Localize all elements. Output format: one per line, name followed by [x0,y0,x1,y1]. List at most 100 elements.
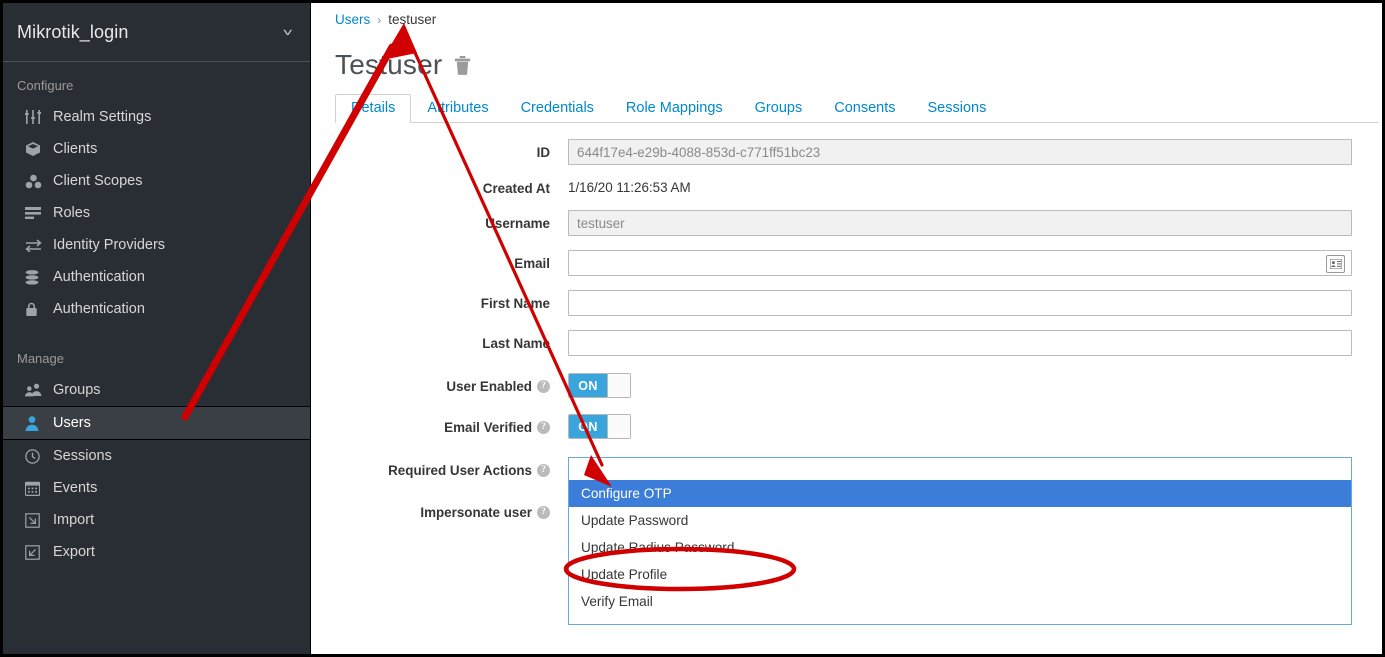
user-icon [25,415,53,431]
email-verified-label-text: Email Verified [444,420,532,435]
tab-attributes[interactable]: Attributes [411,94,504,123]
trash-icon[interactable] [454,55,471,75]
sidebar-item-roles[interactable]: Roles [3,197,310,229]
tab-consents[interactable]: Consents [818,94,911,123]
required-user-actions-label-text: Required User Actions [388,463,532,478]
sidebar-item-label: Roles [53,205,91,221]
form-row-user-enabled: User Enabled ? ON [312,373,1379,398]
username-input[interactable] [568,210,1352,236]
impersonate-user-label: Impersonate user ? [312,478,568,520]
email-verified-toggle-state: ON [569,415,607,438]
database-icon [25,269,53,285]
sidebar-item-import[interactable]: Import [3,504,310,536]
tab-details[interactable]: Details [335,94,412,123]
email-input[interactable] [568,250,1352,276]
tab-credentials[interactable]: Credentials [505,94,610,123]
sidebar-item-label: Groups [53,382,101,398]
sidebar-item-clients[interactable]: Clients [3,133,310,165]
sidebar-item-label: Realm Settings [53,109,152,125]
help-icon[interactable]: ? [537,421,550,434]
help-icon[interactable]: ? [537,380,550,393]
breadcrumb-separator: › [377,13,382,27]
sidebar-item-label: Import [53,512,95,528]
calendar-icon [25,481,53,496]
cubes-icon [25,174,53,189]
first-name-label: First Name [480,296,550,311]
toggle-knob [607,374,630,397]
user-enabled-toggle[interactable]: ON [568,373,631,398]
created-at-label: Created At [482,181,550,196]
cube-icon [25,141,53,157]
help-icon[interactable]: ? [537,464,550,477]
sidebar-item-sessions[interactable]: Sessions [3,440,310,472]
sliders-icon [25,110,53,124]
user-enabled-label-text: User Enabled [446,379,532,394]
sidebar-item-events[interactable]: Events [3,472,310,504]
sidebar-item-user-federation[interactable]: Authentication [3,261,310,293]
users-icon [25,383,53,397]
option-update-password[interactable]: Update Password [569,507,1351,534]
form-row-first-name: First Name [312,290,1379,316]
required-user-actions-select[interactable]: Configure OTP Update Password Update Rad… [568,457,1352,625]
main-content: Users › testuser Testuser Details Attribut… [312,3,1379,651]
sidebar-item-label: Identity Providers [53,237,166,253]
form-row-required-user-actions: Required User Actions ? Impersonate user… [312,457,1379,625]
sidebar-item-users[interactable]: Users [3,406,310,440]
sidebar-item-label: Authentication [53,301,145,317]
sidebar-item-groups[interactable]: Groups [3,374,310,406]
option-update-radius-password[interactable]: Update Radius Password [569,534,1351,561]
breadcrumb: Users › testuser [312,3,1379,27]
sidebar-item-realm-settings[interactable]: Realm Settings [3,101,310,133]
tab-bar: Details Attributes Credentials Role Mapp… [335,92,1379,123]
id-label: ID [536,145,550,160]
help-icon[interactable]: ? [537,506,550,519]
tab-sessions[interactable]: Sessions [911,94,1002,123]
tab-groups[interactable]: Groups [739,94,819,123]
option-update-profile[interactable]: Update Profile [569,561,1351,588]
contact-card-icon[interactable] [1326,255,1345,273]
required-user-actions-label: Required User Actions ? [312,457,568,478]
page-title: Testuser [335,49,443,80]
sidebar-section-manage: Manage [17,351,64,366]
breadcrumb-users-link[interactable]: Users [335,12,370,27]
toggle-knob [607,415,630,438]
form-row-created-at: Created At 1/16/20 11:26:53 AM [312,175,1379,196]
email-verified-toggle[interactable]: ON [568,414,631,439]
sidebar-item-label: Clients [53,141,98,157]
realm-name: Mikrotik_login [17,21,129,42]
keycloak-admin-console: Mikrotik_login ˅ Configure Realm Setting… [0,0,1385,657]
sidebar-section-configure: Configure [17,78,74,93]
username-label: Username [485,216,550,231]
page-header: Testuser [312,27,1379,81]
sidebar-item-client-scopes[interactable]: Client Scopes [3,165,310,197]
email-label: Email [514,256,550,271]
id-input[interactable] [568,139,1352,165]
last-name-input[interactable] [568,330,1352,356]
option-verify-email[interactable]: Verify Email [569,588,1351,615]
clock-icon [25,448,53,464]
sidebar-item-label: Events [53,480,98,496]
last-name-label: Last Name [482,336,550,351]
list-icon [25,206,53,220]
lock-icon [25,302,53,317]
sidebar-item-label: Users [53,415,91,431]
created-at-value: 1/16/20 11:26:53 AM [568,180,691,195]
tab-role-mappings[interactable]: Role Mappings [610,94,739,123]
user-details-form: ID Created At 1/16/20 11:26:53 AM Userna… [312,123,1379,625]
sidebar-item-export[interactable]: Export [3,536,310,568]
sidebar-item-authentication[interactable]: Authentication [3,293,310,325]
form-row-last-name: Last Name [312,330,1379,356]
sidebar-item-label: Sessions [53,448,112,464]
form-row-email-verified: Email Verified ? ON [312,414,1379,439]
user-enabled-toggle-state: ON [569,374,607,397]
sidebar-item-label: Export [53,544,95,560]
export-icon [25,544,53,560]
first-name-input[interactable] [568,290,1352,316]
impersonate-user-label-text: Impersonate user [420,505,532,520]
import-icon [25,512,53,528]
sidebar-item-identity-providers[interactable]: Identity Providers [3,229,310,261]
sidebar: Mikrotik_login ˅ Configure Realm Setting… [3,3,311,654]
form-row-email: Email [312,250,1379,276]
option-configure-otp[interactable]: Configure OTP [569,480,1351,507]
realm-selector[interactable]: Mikrotik_login ˅ [3,3,310,62]
